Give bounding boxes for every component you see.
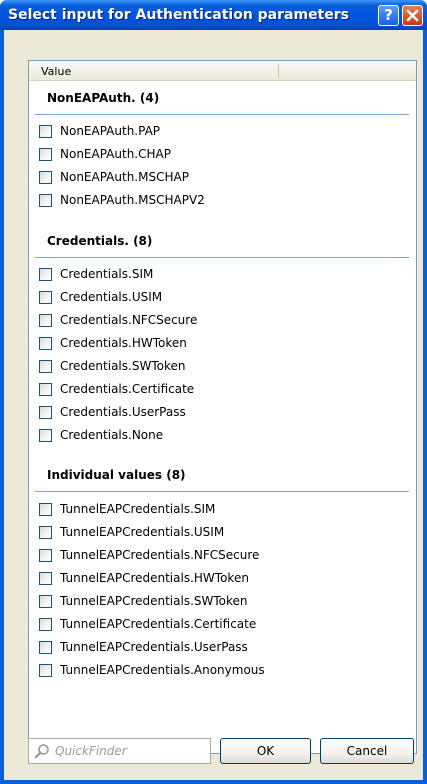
list-item-label: NonEAPAuth.MSCHAPV2 bbox=[60, 193, 205, 207]
dialog-body: Value NonEAPAuth. (4) NonEAPAuth.PAP Non… bbox=[4, 30, 423, 780]
list-item-label: Credentials.HWToken bbox=[60, 336, 187, 350]
list-item[interactable]: TunnelEAPCredentials.HWToken bbox=[29, 570, 416, 589]
list-item-label: Credentials.NFCSecure bbox=[60, 313, 198, 327]
list-item[interactable]: Credentials.None bbox=[29, 427, 416, 446]
list-item[interactable]: TunnelEAPCredentials.SIM bbox=[29, 501, 416, 520]
list-item-label: TunnelEAPCredentials.SIM bbox=[60, 502, 216, 516]
list-item[interactable]: NonEAPAuth.MSCHAP bbox=[29, 169, 416, 188]
list-item-label: Credentials.Certificate bbox=[60, 382, 195, 396]
value-list[interactable]: Value NonEAPAuth. (4) NonEAPAuth.PAP Non… bbox=[28, 60, 417, 754]
checkbox[interactable] bbox=[39, 406, 52, 419]
list-item[interactable]: Credentials.NFCSecure bbox=[29, 312, 416, 331]
cancel-button[interactable]: Cancel bbox=[320, 738, 414, 764]
checkbox[interactable] bbox=[39, 291, 52, 304]
list-item-label: NonEAPAuth.PAP bbox=[60, 124, 161, 138]
dialog-window: Select input for Authentication paramete… bbox=[0, 0, 427, 784]
checkbox[interactable] bbox=[39, 314, 52, 327]
list-item-label: TunnelEAPCredentials.SWToken bbox=[60, 594, 248, 608]
list-item[interactable]: Credentials.UserPass bbox=[29, 404, 416, 423]
checkbox[interactable] bbox=[39, 125, 52, 138]
column-header[interactable]: Value bbox=[29, 61, 416, 81]
group-title: Individual values (8) bbox=[47, 468, 186, 482]
list-item[interactable]: NonEAPAuth.MSCHAPV2 bbox=[29, 192, 416, 211]
quickfinder-box[interactable] bbox=[28, 738, 211, 764]
list-item-label: Credentials.SIM bbox=[60, 267, 154, 281]
group-divider bbox=[35, 257, 409, 258]
checkbox[interactable] bbox=[39, 526, 52, 539]
list-item[interactable]: TunnelEAPCredentials.Certificate bbox=[29, 616, 416, 635]
checkbox[interactable] bbox=[39, 171, 52, 184]
checkbox[interactable] bbox=[39, 337, 52, 350]
list-item[interactable]: Credentials.SWToken bbox=[29, 358, 416, 377]
list-item[interactable]: Credentials.SIM bbox=[29, 266, 416, 285]
list-item[interactable]: TunnelEAPCredentials.NFCSecure bbox=[29, 547, 416, 566]
checkbox[interactable] bbox=[39, 360, 52, 373]
list-item-label: NonEAPAuth.MSCHAP bbox=[60, 170, 189, 184]
checkbox[interactable] bbox=[39, 268, 52, 281]
group-header-noneapauth: NonEAPAuth. (4) bbox=[29, 91, 416, 115]
checkbox[interactable] bbox=[39, 503, 52, 516]
checkbox[interactable] bbox=[39, 383, 52, 396]
list-item-label: TunnelEAPCredentials.HWToken bbox=[60, 571, 249, 585]
list-item[interactable]: TunnelEAPCredentials.UserPass bbox=[29, 639, 416, 658]
column-header-value: Value bbox=[41, 65, 72, 78]
group-divider bbox=[35, 491, 409, 492]
list-item-label: TunnelEAPCredentials.Certificate bbox=[60, 617, 257, 631]
list-item[interactable]: TunnelEAPCredentials.USIM bbox=[29, 524, 416, 543]
checkbox[interactable] bbox=[39, 641, 52, 654]
checkbox[interactable] bbox=[39, 549, 52, 562]
group-title: Credentials. (8) bbox=[47, 234, 153, 248]
list-item[interactable]: TunnelEAPCredentials.Anonymous bbox=[29, 662, 416, 681]
help-button[interactable]: ? bbox=[378, 5, 399, 26]
list-item[interactable]: NonEAPAuth.PAP bbox=[29, 123, 416, 142]
list-item-label: TunnelEAPCredentials.USIM bbox=[60, 525, 225, 539]
list-item[interactable]: Credentials.Certificate bbox=[29, 381, 416, 400]
checkbox[interactable] bbox=[39, 148, 52, 161]
window-title: Select input for Authentication paramete… bbox=[8, 7, 349, 23]
checkbox[interactable] bbox=[39, 595, 52, 608]
title-bar[interactable]: Select input for Authentication paramete… bbox=[0, 0, 427, 30]
list-item[interactable]: Credentials.HWToken bbox=[29, 335, 416, 354]
list-item[interactable]: TunnelEAPCredentials.SWToken bbox=[29, 593, 416, 612]
close-button[interactable] bbox=[402, 5, 423, 26]
checkbox[interactable] bbox=[39, 664, 52, 677]
list-item-label: Credentials.SWToken bbox=[60, 359, 186, 373]
group-title: NonEAPAuth. (4) bbox=[47, 91, 160, 105]
list-item-label: TunnelEAPCredentials.Anonymous bbox=[60, 663, 265, 677]
list-item-label: Credentials.UserPass bbox=[60, 405, 186, 419]
help-icon: ? bbox=[384, 6, 393, 24]
group-divider bbox=[35, 114, 409, 115]
list-item[interactable]: Credentials.USIM bbox=[29, 289, 416, 308]
checkbox[interactable] bbox=[39, 572, 52, 585]
list-item[interactable]: NonEAPAuth.CHAP bbox=[29, 146, 416, 165]
list-item-label: TunnelEAPCredentials.UserPass bbox=[60, 640, 248, 654]
list-item-label: NonEAPAuth.CHAP bbox=[60, 147, 171, 161]
column-separator[interactable] bbox=[278, 64, 279, 78]
list-item-label: Credentials.USIM bbox=[60, 290, 163, 304]
quickfinder-input[interactable] bbox=[55, 743, 205, 759]
group-header-individual-values: Individual values (8) bbox=[29, 468, 416, 492]
close-icon bbox=[406, 9, 419, 22]
checkbox[interactable] bbox=[39, 194, 52, 207]
group-header-credentials: Credentials. (8) bbox=[29, 234, 416, 258]
list-item-label: TunnelEAPCredentials.NFCSecure bbox=[60, 548, 260, 562]
list-item-label: Credentials.None bbox=[60, 428, 164, 442]
ok-button[interactable]: OK bbox=[220, 738, 311, 764]
checkbox[interactable] bbox=[39, 618, 52, 631]
magnifier-icon bbox=[34, 744, 49, 759]
checkbox[interactable] bbox=[39, 429, 52, 442]
